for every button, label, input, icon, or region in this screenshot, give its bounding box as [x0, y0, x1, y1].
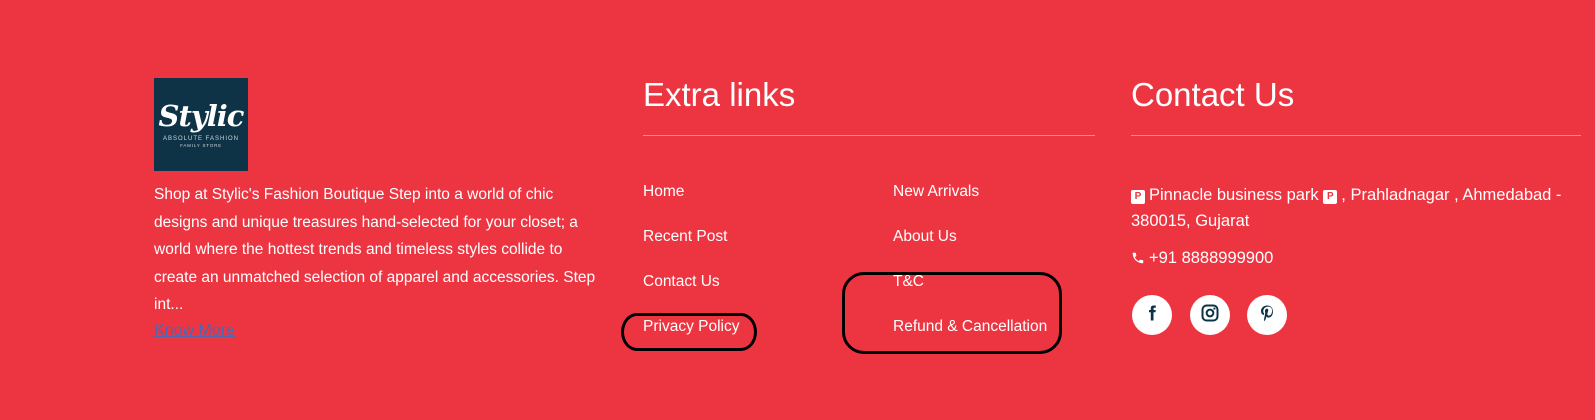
footer-link-recent-post[interactable]: Recent Post: [643, 228, 727, 246]
address-part-1: Pinnacle business park: [1149, 186, 1319, 204]
contact-divider: [1131, 135, 1581, 136]
contact-address: P Pinnacle business park P, Prahladnagar …: [1131, 182, 1591, 234]
pinterest-button[interactable]: [1247, 295, 1287, 335]
know-more-link[interactable]: Know More: [154, 319, 235, 343]
instagram-icon: [1200, 303, 1220, 328]
logo-wordmark: Stylic: [158, 98, 245, 133]
pinterest-icon: [1258, 303, 1276, 328]
extra-links-divider: [643, 135, 1095, 136]
contact-phone[interactable]: +91 8888999900: [1131, 245, 1273, 273]
site-footer: Stylic ABSOLUTE FASHION FAMILY STORE Sho…: [0, 0, 1595, 420]
parking-icon: P: [1131, 190, 1145, 204]
privacy-policy-highlight: [621, 313, 757, 351]
logo-subtagline: FAMILY STORE: [180, 142, 222, 148]
about-column: Stylic ABSOLUTE FASHION FAMILY STORE Sho…: [154, 78, 604, 343]
footer-link-new-arrivals[interactable]: New Arrivals: [893, 183, 979, 201]
logo-tagline: ABSOLUTE FASHION: [162, 135, 239, 142]
address-part-2: , Prahladnagar , Ahmedabad -: [1341, 186, 1562, 204]
extra-links-heading: Extra links: [643, 76, 796, 113]
facebook-button[interactable]: [1132, 295, 1172, 335]
footer-link-contact-us[interactable]: Contact Us: [643, 273, 720, 291]
terms-refund-highlight: [842, 272, 1062, 354]
parking-icon: P: [1323, 190, 1338, 204]
about-description: Shop at Stylic's Fashion Boutique Step i…: [154, 186, 596, 313]
footer-link-home[interactable]: Home: [643, 183, 684, 201]
facebook-icon: [1143, 304, 1161, 327]
contact-heading: Contact Us: [1131, 76, 1295, 113]
footer-link-about-us[interactable]: About Us: [893, 228, 957, 246]
phone-icon: [1131, 247, 1147, 273]
stylic-logo[interactable]: Stylic ABSOLUTE FASHION FAMILY STORE: [154, 78, 248, 171]
address-line-2: 380015, Gujarat: [1131, 212, 1250, 230]
instagram-button[interactable]: [1190, 295, 1230, 335]
phone-number: +91 8888999900: [1149, 249, 1274, 267]
